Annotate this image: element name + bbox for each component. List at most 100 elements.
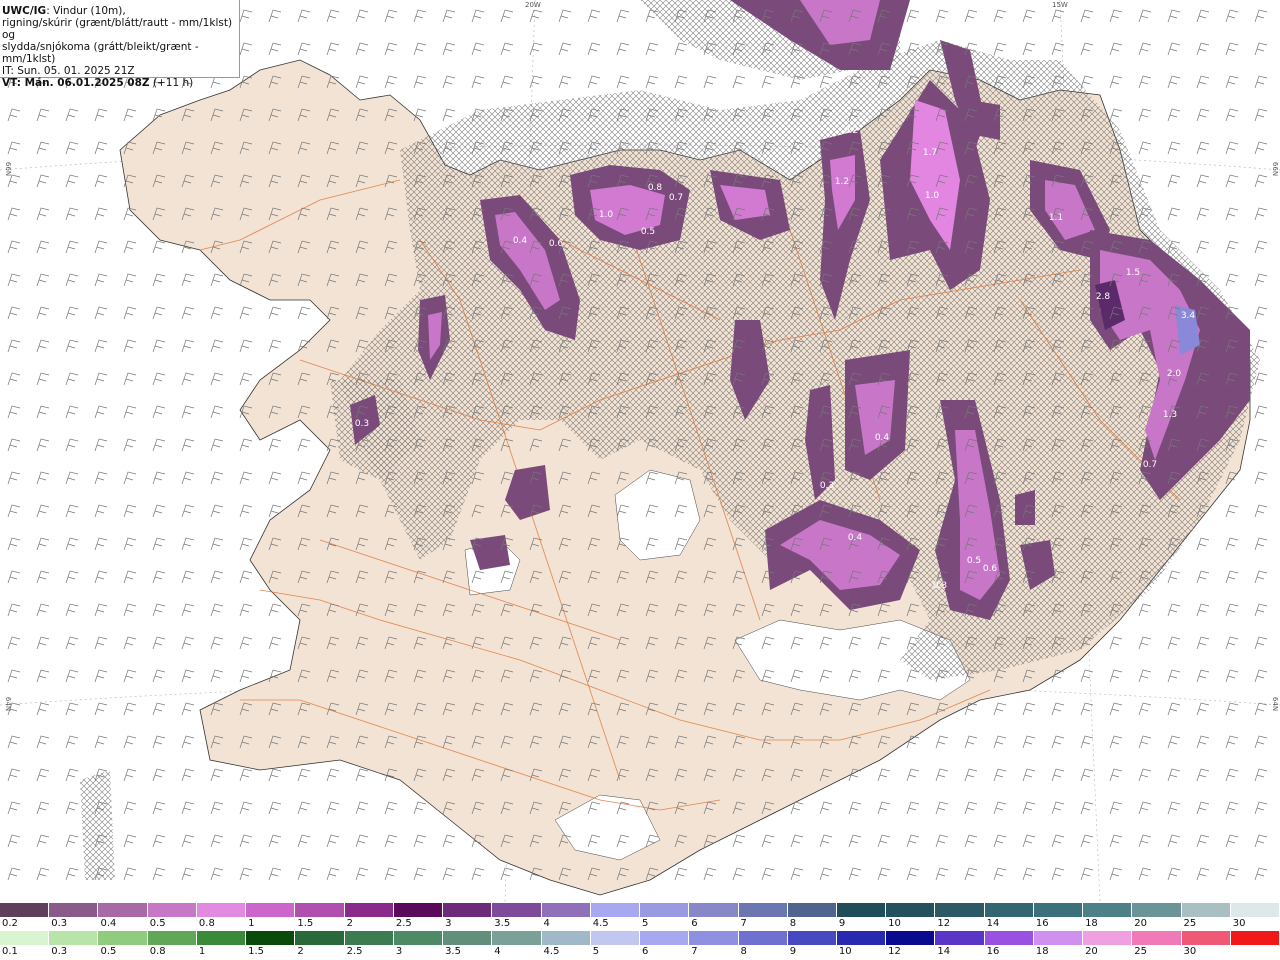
precip-value-label: 0.5 <box>641 227 655 237</box>
legend-tick-label: 2.5 <box>346 946 363 957</box>
legend-tick-label: 6 <box>691 918 698 929</box>
legend-swatch <box>147 931 197 945</box>
title-line3: slydda/snjókoma (grátt/bleikt/grænt - mm… <box>2 41 199 65</box>
precip-value-label: 3.4 <box>1181 311 1196 321</box>
legend-swatch <box>984 931 1034 945</box>
legend-swatch <box>935 903 985 917</box>
legend-tick-label: 16 <box>986 946 1000 957</box>
precip-value-label: 2.8 <box>1096 292 1111 302</box>
precip-value-label: 0.7 <box>669 193 683 203</box>
legend-swatch <box>1033 903 1084 917</box>
legend-tick-label: 3.5 <box>445 946 461 957</box>
legend-tick-label: 2.5 <box>395 918 412 929</box>
legend-tick-label: 5 <box>642 918 649 929</box>
legend-tick-label: 16 <box>1035 918 1049 929</box>
legend-swatch <box>196 903 247 917</box>
lead-time: (+11 h) <box>152 77 194 89</box>
title-line2: rigning/skúrir (grænt/blátt/rautt - mm/1… <box>2 17 233 41</box>
legend-rain-ticks: 0.1 0.3 0.5 0.8 1 1.5 2 2.5 3 3.5 4 4.5 5 6 7 8 9 10 12 14 1… <box>0 946 1280 958</box>
lat-label-66n-right: 66N <box>1271 161 1280 177</box>
legend-tick-label: 3 <box>445 918 452 929</box>
legend-tick-label: 0.4 <box>100 918 117 929</box>
legend-tick-label: 0.3 <box>51 918 68 929</box>
precip-value-label: 1.3 <box>1163 410 1177 420</box>
legend-swatch <box>1230 903 1280 917</box>
legend-swatch <box>98 903 148 917</box>
precip-value-label: 0.5 <box>967 556 981 566</box>
legend-tick-label: 10 <box>838 946 852 957</box>
legend-tick-label: 7 <box>740 918 747 929</box>
legend-swatch <box>1230 931 1280 945</box>
precip-value-label: 0.2 <box>844 126 858 136</box>
legend-tick-label: 25 <box>1134 946 1148 957</box>
legend-tick-label: 1.5 <box>297 918 314 929</box>
legend-swatch <box>492 931 542 945</box>
legend-tick-label: 7 <box>691 946 698 957</box>
precip-value-label: 1.0 <box>599 210 614 220</box>
legend-swatch <box>1132 931 1182 945</box>
legend-tick-label: 10 <box>888 918 901 929</box>
lon-label-15w: 15W <box>1052 1 1068 9</box>
precip-value-label: 0.4 <box>875 433 890 443</box>
issue-time: IT: Sun. 05. 01. 2025 21Z <box>2 65 135 77</box>
legend-swatch <box>98 931 148 945</box>
legend-tick-label: 18 <box>1035 946 1049 957</box>
legend-swatch <box>0 903 50 917</box>
precip-value-label: 0.4 <box>513 236 528 246</box>
legend-swatch <box>147 903 197 917</box>
precip-value-label: 1.2 <box>835 177 849 187</box>
legend-snow-ticks: 0.2 0.3 0.4 0.5 0.8 1 1.5 2 2.5 3 3.5 4 4.5 5 6 7 8 9 10 12… <box>0 918 1280 930</box>
legend-swatch <box>0 931 50 945</box>
legend-tick-label: 20 <box>1085 946 1098 957</box>
legend-tick-label: 30 <box>1183 946 1197 957</box>
legend-swatch <box>984 903 1034 917</box>
precip-value-label: 1.1 <box>1049 213 1063 223</box>
legend-swatch <box>689 931 739 945</box>
legend-tick-label: 1.5 <box>248 946 265 957</box>
legend-tick-label: 18 <box>1085 918 1098 929</box>
legend-swatch <box>689 903 739 917</box>
precip-value-label: 0.8 <box>648 183 663 193</box>
legend-swatch <box>590 931 641 945</box>
legend-tick-label: 4 <box>543 918 550 929</box>
legend-swatch <box>246 903 296 917</box>
legend-swatch <box>443 931 493 945</box>
legend-tick-label: 2 <box>297 946 304 957</box>
legend-snow-colorbar <box>0 903 1280 917</box>
legend-swatch <box>738 931 788 945</box>
legend-tick-label: 5 <box>592 946 600 957</box>
legend-swatch <box>1132 903 1182 917</box>
legend-tick-label: 14 <box>986 918 1000 929</box>
legend-tick-label: 30 <box>1232 918 1246 929</box>
legend-tick-label: 3.5 <box>494 918 511 929</box>
legend-tick-label: 1 <box>198 946 206 957</box>
precip-value-label: 1.5 <box>1126 268 1140 278</box>
precip-value-label: 1.7 <box>923 148 937 158</box>
legend-tick-label: 12 <box>937 918 951 929</box>
legend-tick-label: 4.5 <box>592 918 609 929</box>
legend-tick-label: 2 <box>346 918 353 929</box>
legend-swatch <box>738 903 788 917</box>
legend-swatch <box>492 903 542 917</box>
legend-tick-label: 20 <box>1134 918 1148 929</box>
legend-tick-label: 8 <box>789 918 797 929</box>
legend-swatch <box>836 931 887 945</box>
precip-value-label: 0.6 <box>983 564 998 574</box>
legend-swatch <box>344 931 394 945</box>
legend-tick-label: 3 <box>395 946 403 957</box>
lon-label-20w: 20W <box>525 1 541 9</box>
legend-tick-label: 6 <box>642 946 649 957</box>
legend-tick-label: 25 <box>1183 918 1197 929</box>
legend-tick-label: 0.2 <box>2 918 18 929</box>
lat-label-66n-left: 66N <box>4 161 13 177</box>
legend-swatch <box>886 931 936 945</box>
legend-rain-colorbar <box>0 931 1280 945</box>
precip-value-label: 0.7 <box>1143 460 1157 470</box>
legend-swatch <box>590 903 641 917</box>
lat-label-64n-right: 64N <box>1271 696 1280 712</box>
legend-swatch <box>393 931 444 945</box>
legend-swatch <box>246 931 296 945</box>
legend-swatch <box>49 903 99 917</box>
legend-swatch <box>541 903 591 917</box>
title-line1: : Vindur (10m), <box>46 5 126 17</box>
